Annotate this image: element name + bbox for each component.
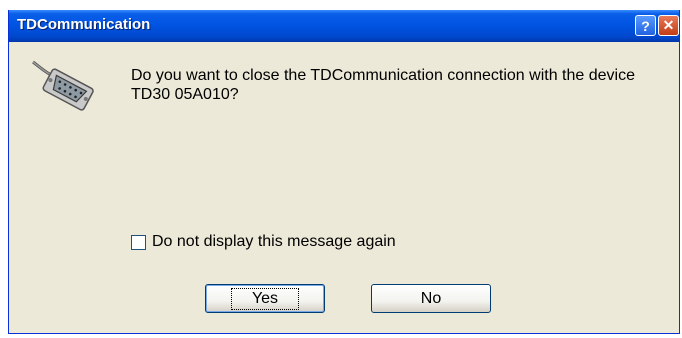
dont-show-again-checkbox[interactable]	[131, 234, 146, 250]
window-title: TDCommunication	[17, 16, 151, 33]
serial-connector-icon	[32, 60, 94, 111]
dont-show-again-label[interactable]: Do not display this message again	[152, 233, 396, 251]
dont-show-again-option[interactable]: Do not display this message again	[131, 232, 396, 252]
no-button[interactable]: No	[371, 284, 491, 313]
close-icon: ✕	[662, 17, 675, 33]
help-button[interactable]: ?	[635, 15, 656, 36]
yes-button-label: Yes	[230, 287, 300, 310]
close-button[interactable]: ✕	[658, 15, 679, 36]
dialog-window: TDCommunication ? ✕ Do you want to close…	[8, 10, 680, 334]
yes-button[interactable]: Yes	[205, 284, 325, 313]
help-icon: ?	[641, 17, 650, 34]
title-bar[interactable]: TDCommunication ? ✕	[9, 10, 679, 42]
no-button-label: No	[420, 289, 442, 307]
message-text: Do you want to close the TDCommunication…	[131, 67, 635, 103]
